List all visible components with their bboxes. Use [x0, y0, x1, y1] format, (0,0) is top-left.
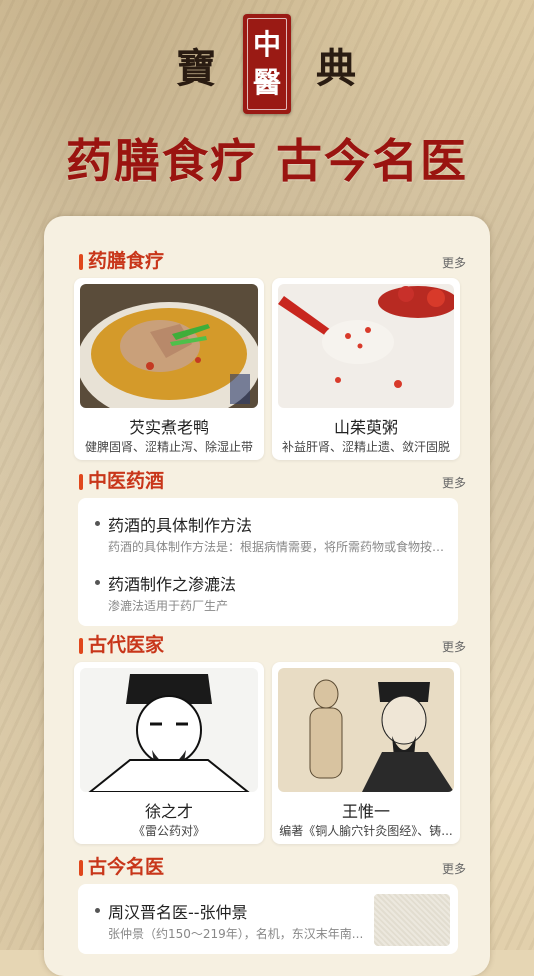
doctor-desc: 编著《铜人腧穴针灸图经》、铸... — [279, 824, 453, 838]
doctor-card[interactable]: 王惟一 编著《铜人腧穴针灸图经》、铸... — [272, 662, 460, 844]
more-link[interactable]: 更多 — [442, 474, 466, 491]
recipe-image-duck-soup — [80, 284, 258, 408]
section-marker — [79, 860, 83, 876]
more-link[interactable]: 更多 — [442, 638, 466, 655]
list-item-title: 周汉晋名医--张仲景 — [108, 903, 248, 922]
list-item-desc: 渗漉法适用于药厂生产 — [108, 599, 229, 613]
section-header: 古今名医 更多 — [62, 852, 472, 882]
recipe-card[interactable]: 芡实煮老鸭 健脾固肾、涩精止泻、除湿止带 — [74, 278, 264, 460]
doctor-name: 徐之才 — [144, 802, 193, 821]
list-item-desc: 药酒的具体制作方法是：根据病情需要，将所需药物或食物按处... — [108, 540, 454, 554]
section-header: 中医药酒 更多 — [62, 466, 472, 496]
app-header: 寶 中 醫 典 药膳食疗 古今名医 — [0, 0, 534, 215]
list-item-title: 药酒的具体制作方法 — [108, 516, 253, 535]
recipe-name: 芡实煮老鸭 — [128, 418, 209, 437]
recipe-desc: 补益肝肾、涩精止遗、敛汗固脱 — [281, 440, 450, 454]
header-left-char: 寶 — [176, 45, 216, 92]
more-link[interactable]: 更多 — [442, 860, 466, 877]
wine-list: 药酒的具体制作方法 药酒的具体制作方法是：根据病情需要，将所需药物或食物按处..… — [78, 498, 458, 626]
section-header: 古代医家 更多 — [62, 630, 472, 660]
section-famous: 古今名医 更多 周汉晋名医--张仲景 张仲景（约150～219年），名机，东汉末… — [62, 852, 472, 954]
section-marker — [79, 474, 83, 490]
section-title: 中医药酒 — [88, 470, 165, 492]
doctor-desc: 《雷公药对》 — [132, 824, 205, 838]
recipe-card[interactable]: 山茱萸粥 补益肝肾、涩精止遗、敛汗固脱 — [272, 278, 460, 460]
doctor-portrait-xu-zhicai — [80, 668, 258, 792]
section-title: 古今名医 — [88, 856, 165, 878]
header-right-char: 典 — [316, 45, 356, 92]
recipe-image-congee — [278, 284, 454, 408]
bullet-dot — [95, 521, 100, 526]
section-marker — [79, 254, 83, 270]
famous-doctor-thumbnail — [374, 894, 450, 946]
doctor-name: 王惟一 — [341, 802, 390, 821]
recipe-desc: 健脾固肾、涩精止泻、除湿止带 — [84, 440, 253, 454]
list-item-desc: 张仲景（约150～219年），名机，东汉末年南... — [108, 927, 364, 941]
section-marker — [79, 638, 83, 654]
section-title: 古代医家 — [88, 634, 165, 656]
section-wine: 中医药酒 更多 药酒的具体制作方法 药酒的具体制作方法是：根据病情需要，将所需药… — [62, 466, 472, 630]
bullet-dot — [95, 908, 100, 913]
famous-doctor-item[interactable]: 周汉晋名医--张仲景 张仲景（约150～219年），名机，东汉末年南... — [78, 884, 458, 954]
more-link[interactable]: 更多 — [442, 254, 466, 271]
doctor-card[interactable]: 徐之才 《雷公药对》 — [74, 662, 264, 844]
list-item-title: 药酒制作之渗漉法 — [108, 575, 237, 594]
section-header: 药膳食疗 更多 — [62, 246, 472, 276]
recipe-name: 山茱萸粥 — [333, 418, 398, 437]
section-diet: 药膳食疗 更多 芡实煮老鸭 健脾固肾、涩精止泻、除湿止带 山茱萸粥 补益肝肾、涩… — [62, 246, 472, 462]
slogan: 药膳食疗 古今名医 — [65, 134, 468, 188]
bullet-dot — [95, 580, 100, 585]
section-doctors: 古代医家 更多 徐之才 《雷公药对》 王惟一 编著《铜人腧穴针灸图经》、铸... — [62, 630, 472, 845]
section-title: 药膳食疗 — [88, 250, 165, 272]
logo-seal: 中 醫 — [243, 14, 291, 114]
doctor-portrait-wang-weiyi — [278, 668, 454, 792]
